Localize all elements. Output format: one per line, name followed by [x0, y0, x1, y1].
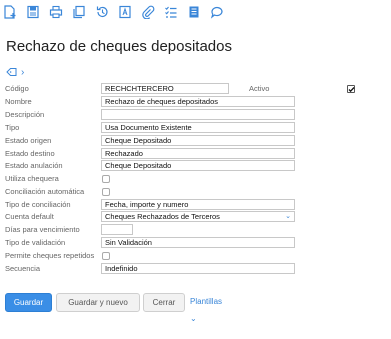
- dias-vencimiento-label: Días para vencimiento: [5, 225, 80, 234]
- row-nombre: Nombre Rechazo de cheques depositados: [0, 96, 391, 108]
- permite-repetidos-checkbox[interactable]: [102, 252, 110, 260]
- row-permite-repetidos: Permite cheques repetidos: [0, 250, 391, 262]
- estado-anulacion-field[interactable]: Cheque Depositado: [101, 160, 295, 171]
- row-tipo-validacion: Tipo de validación Sin Validación: [0, 237, 391, 249]
- nombre-field[interactable]: Rechazo de cheques depositados: [101, 96, 295, 107]
- activo-checkbox[interactable]: [347, 85, 355, 93]
- row-codigo: Código RECHCHTERCERO Activo: [0, 83, 391, 95]
- descripcion-label: Descripción: [5, 110, 45, 119]
- descripcion-field[interactable]: [101, 109, 295, 120]
- estado-destino-field[interactable]: Rechazado: [101, 148, 295, 159]
- plantillas-menu[interactable]: Plantillas ⌄: [190, 293, 223, 323]
- tipo-field[interactable]: Usa Documento Existente: [101, 122, 295, 133]
- form: Código RECHCHTERCERO Activo Nombre Recha…: [0, 0, 391, 300]
- plantillas-label: Plantillas: [190, 297, 223, 306]
- conciliacion-automatica-checkbox[interactable]: [102, 188, 110, 196]
- cerrar-button[interactable]: Cerrar: [143, 293, 185, 312]
- cuenta-default-select[interactable]: Cheques Rechazados de Terceros ⌄: [101, 211, 295, 222]
- row-estado-anulacion: Estado anulación Cheque Depositado: [0, 160, 391, 172]
- tipo-conciliacion-field[interactable]: Fecha, importe y numero: [101, 199, 295, 210]
- row-estado-destino: Estado destino Rechazado: [0, 148, 391, 160]
- estado-anulacion-label: Estado anulación: [5, 161, 63, 170]
- nombre-label: Nombre: [5, 97, 32, 106]
- cuenta-default-value: Cheques Rechazados de Terceros: [105, 212, 220, 221]
- secuencia-field[interactable]: Indefinido: [101, 263, 295, 274]
- permite-repetidos-label: Permite cheques repetidos: [5, 251, 95, 260]
- row-utiliza-chequera: Utiliza chequera: [0, 173, 391, 185]
- row-tipo-conciliacion: Tipo de conciliación Fecha, importe y nu…: [0, 199, 391, 211]
- estado-destino-label: Estado destino: [5, 149, 55, 158]
- codigo-label: Código: [5, 84, 29, 93]
- tipo-label: Tipo: [5, 123, 20, 132]
- estado-origen-field[interactable]: Cheque Depositado: [101, 135, 295, 146]
- checkmark-icon: [348, 87, 355, 93]
- codigo-field[interactable]: RECHCHTERCERO: [101, 83, 229, 94]
- guardar-nuevo-button[interactable]: Guardar y nuevo: [56, 293, 140, 312]
- row-secuencia: Secuencia Indefinido: [0, 263, 391, 275]
- estado-origen-label: Estado origen: [5, 136, 52, 145]
- row-conciliacion-automatica: Conciliación automática: [0, 186, 391, 198]
- tipo-validacion-field[interactable]: Sin Validación: [101, 237, 295, 248]
- row-dias-vencimiento: Días para vencimiento: [0, 224, 391, 236]
- row-descripcion: Descripción: [0, 109, 391, 121]
- tipo-validacion-label: Tipo de validación: [5, 238, 66, 247]
- row-tipo: Tipo Usa Documento Existente: [0, 122, 391, 134]
- secuencia-label: Secuencia: [5, 264, 41, 273]
- tipo-conciliacion-label: Tipo de conciliación: [5, 200, 71, 209]
- chevron-down-icon[interactable]: ⌄: [285, 212, 291, 221]
- utiliza-chequera-label: Utiliza chequera: [5, 174, 59, 183]
- conciliacion-automatica-label: Conciliación automática: [5, 187, 85, 196]
- guardar-button[interactable]: Guardar: [5, 293, 52, 312]
- utiliza-chequera-checkbox[interactable]: [102, 175, 110, 183]
- cuenta-default-label: Cuenta default: [5, 212, 54, 221]
- row-cuenta-default: Cuenta default Cheques Rechazados de Ter…: [0, 211, 391, 223]
- activo-label: Activo: [249, 84, 270, 93]
- dias-vencimiento-field[interactable]: [101, 224, 133, 235]
- chevron-down-icon: ⌄: [190, 314, 197, 323]
- row-estado-origen: Estado origen Cheque Depositado: [0, 135, 391, 147]
